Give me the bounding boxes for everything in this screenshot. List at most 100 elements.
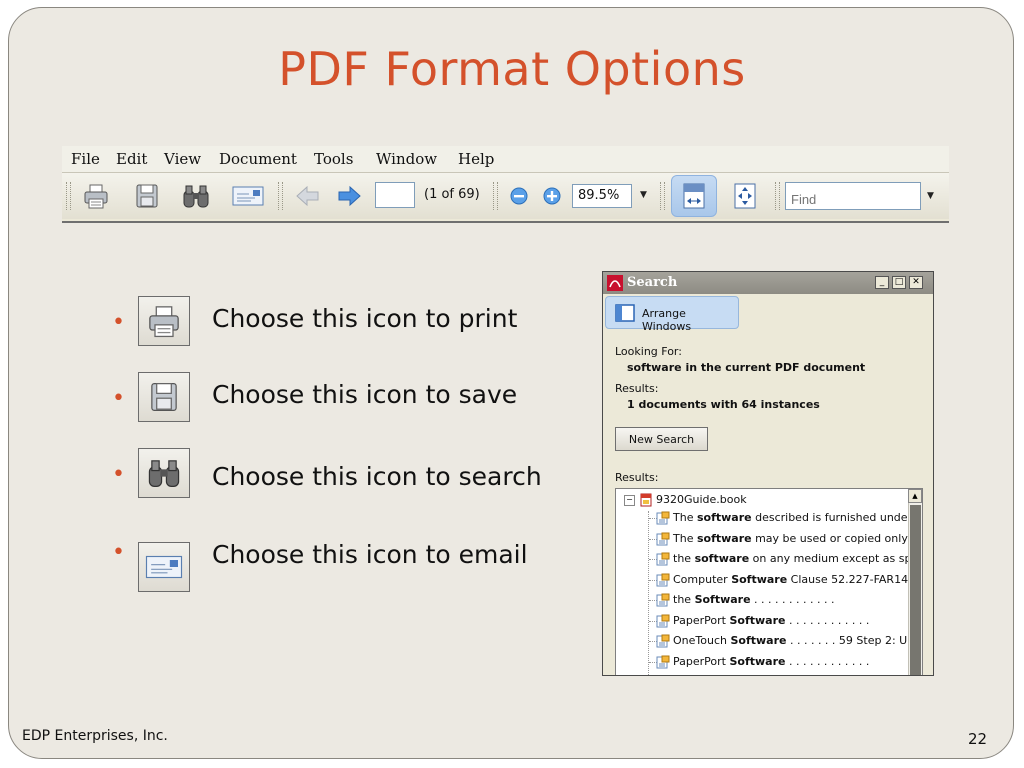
result-text: The xyxy=(673,531,697,545)
email-button[interactable] xyxy=(138,542,190,592)
results-list[interactable]: − 9320Guide.book The software described … xyxy=(615,488,923,675)
result-match: Software xyxy=(729,654,786,668)
zoom-in-icon xyxy=(543,187,561,205)
bullet-dot: • xyxy=(112,462,125,487)
toolbar-grip[interactable] xyxy=(278,182,283,210)
menu-document[interactable]: Document xyxy=(219,150,297,168)
tree-root[interactable]: − 9320Guide.book xyxy=(624,493,747,507)
save-icon xyxy=(136,184,158,208)
result-text: Clause 52.227-FAR14. xyxy=(787,572,912,586)
next-page-button[interactable] xyxy=(334,180,364,212)
result-match: Software xyxy=(729,613,786,627)
result-text: The xyxy=(673,511,697,524)
search-result-item[interactable]: Computer Software Clause 52.227-FAR14. xyxy=(656,573,912,587)
results-scrollbar[interactable]: ▲ xyxy=(908,489,922,675)
footer-company: EDP Enterprises, Inc. xyxy=(22,728,168,744)
arrange-windows-icon xyxy=(615,304,635,322)
search-title: Search xyxy=(627,275,678,290)
menu-window[interactable]: Window xyxy=(376,150,437,168)
result-text: PaperPort xyxy=(673,613,730,627)
zoom-dropdown-arrow[interactable]: ▼ xyxy=(640,190,647,200)
new-search-button[interactable]: New Search xyxy=(615,427,708,451)
toolbar-grip[interactable] xyxy=(493,182,498,210)
result-text: . . . . . . . 59 Step 2: Ur xyxy=(786,634,912,647)
search-binoculars-icon xyxy=(148,460,180,487)
close-button[interactable]: ✕ xyxy=(909,276,923,289)
menu-view[interactable]: View xyxy=(164,150,201,168)
search-result-item[interactable]: The software described is furnished unde… xyxy=(656,511,922,525)
menu-tools[interactable]: Tools xyxy=(314,150,353,168)
arrange-windows-button[interactable]: Arrange Windows xyxy=(605,296,739,333)
result-text: the xyxy=(673,552,695,565)
search-result-item[interactable]: PaperPort Software . . . . . . . . . . .… xyxy=(656,614,869,628)
toolbar-grip[interactable] xyxy=(775,182,780,210)
result-match: Software xyxy=(731,572,788,586)
save-button[interactable] xyxy=(132,180,162,212)
save-button[interactable] xyxy=(138,372,190,422)
result-text: on any medium except as spec xyxy=(749,552,923,565)
fit-width-button[interactable] xyxy=(671,175,717,217)
result-text: may be used or copied only in xyxy=(751,531,922,545)
save-icon xyxy=(151,383,177,411)
menu-file[interactable]: File xyxy=(71,150,100,168)
print-button[interactable] xyxy=(138,296,190,346)
zoom-out-button[interactable] xyxy=(504,180,534,212)
result-match: Software xyxy=(694,593,751,606)
search-result-icon xyxy=(656,655,670,668)
minimize-button[interactable]: _ xyxy=(875,276,889,289)
result-text: described is furnished under a xyxy=(751,511,923,524)
pdf-book-icon xyxy=(640,493,651,507)
menu-edit[interactable]: Edit xyxy=(116,150,147,168)
search-result-item[interactable]: PaperPort Software . . . . . . . . . . .… xyxy=(656,655,869,669)
search-button[interactable] xyxy=(181,180,211,212)
zoom-in-button[interactable] xyxy=(537,180,567,212)
toolbar-grip[interactable] xyxy=(66,182,71,210)
scroll-up-arrow[interactable]: ▲ xyxy=(908,489,922,503)
result-match: software xyxy=(694,552,750,565)
results-list-label: Results: xyxy=(615,471,659,484)
email-icon xyxy=(232,186,264,206)
search-result-item[interactable]: OneTouch Software . . . . . . . 59 Step … xyxy=(656,634,912,648)
next-page-icon xyxy=(338,185,361,207)
results-summary-value: 1 documents with 64 instances xyxy=(627,398,820,411)
menu-bar: File Edit View Document Tools Window Hel… xyxy=(62,146,949,173)
search-titlebar[interactable]: Search _ □ ✕ xyxy=(603,272,933,294)
fit-page-button[interactable] xyxy=(730,180,760,212)
result-match: software xyxy=(696,511,752,524)
print-icon xyxy=(149,306,179,338)
maximize-button[interactable]: □ xyxy=(892,276,906,289)
fit-page-icon xyxy=(734,183,756,209)
toolbar-grip[interactable] xyxy=(660,182,665,210)
result-text: PaperPort xyxy=(673,654,730,668)
page-number-input[interactable] xyxy=(375,182,415,208)
acrobat-toolbar-area: File Edit View Document Tools Window Hel… xyxy=(62,146,949,223)
find-input[interactable] xyxy=(785,182,921,210)
bullet-dot: • xyxy=(112,310,125,335)
email-button[interactable] xyxy=(230,180,266,212)
search-result-item[interactable]: The software may be used or copied only … xyxy=(656,532,921,546)
search-result-icon xyxy=(656,573,670,586)
looking-for-label: Looking For: xyxy=(615,345,682,358)
search-button[interactable] xyxy=(138,448,190,498)
search-panel: Search _ □ ✕ Arrange Windows Looking For… xyxy=(602,271,934,676)
search-result-item[interactable]: the Software . . . . . . . . . . . . xyxy=(656,593,834,607)
previous-page-icon xyxy=(296,185,319,207)
print-button[interactable] xyxy=(81,180,111,212)
previous-page-button[interactable] xyxy=(293,180,323,212)
zoom-level-field[interactable]: 89.5% xyxy=(572,184,632,208)
result-text: Computer xyxy=(673,572,732,586)
toolbar: (1 of 69) 89.5% ▼ Find ▼ xyxy=(62,173,949,219)
tree-root-label: 9320Guide.book xyxy=(656,493,747,506)
bullet-text: Choose this icon to save xyxy=(212,380,518,409)
find-dropdown-arrow[interactable]: ▼ xyxy=(927,191,934,201)
looking-for-value: software in the current PDF document xyxy=(627,361,866,374)
result-text: . . . . . . . . . . . . xyxy=(785,654,870,668)
search-binoculars-icon xyxy=(183,185,209,208)
result-text: . . . . . . . . . . . . xyxy=(750,593,835,606)
scroll-thumb[interactable] xyxy=(910,505,921,675)
search-result-item[interactable]: the software on any medium except as spe… xyxy=(656,552,923,566)
menu-help[interactable]: Help xyxy=(458,150,494,168)
collapse-icon[interactable]: − xyxy=(624,494,635,506)
tree-line xyxy=(648,511,649,675)
result-match: Software xyxy=(730,634,787,647)
